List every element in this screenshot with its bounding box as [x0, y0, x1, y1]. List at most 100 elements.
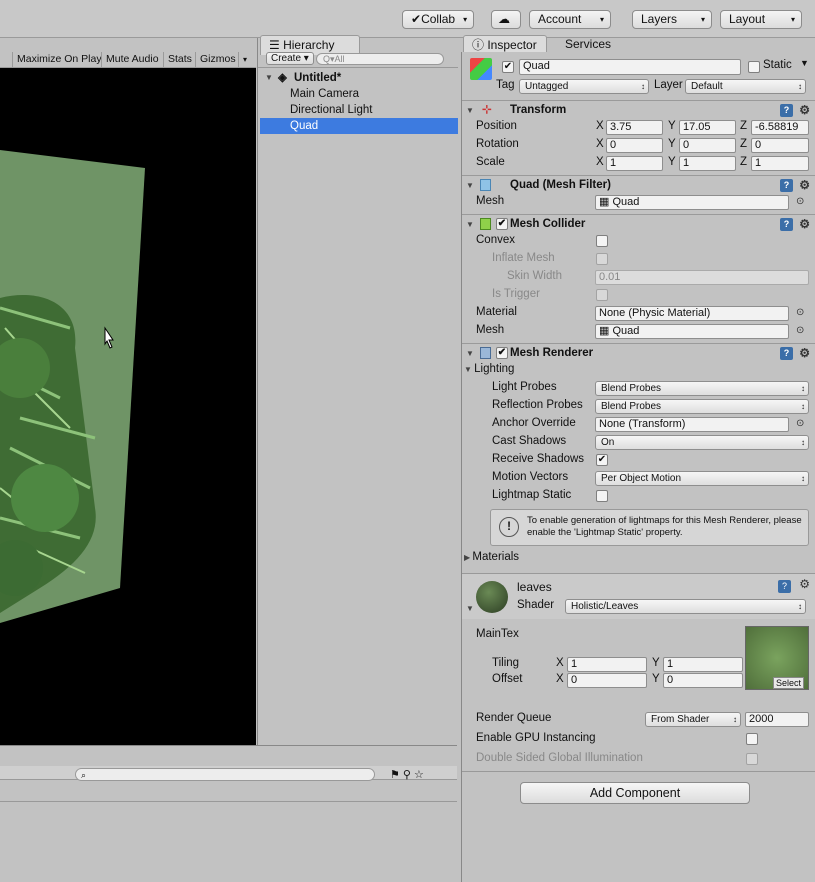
quad-leaves-render — [0, 150, 145, 623]
hierarchy-item-quad[interactable]: Quad — [260, 118, 458, 134]
help-icon[interactable]: ? — [778, 580, 791, 593]
hierarchy-item-main-camera[interactable]: Main Camera — [290, 86, 359, 102]
transform-header[interactable]: ▼ ⊹ Transform ? ⚙ — [462, 100, 815, 120]
static-dropdown-icon[interactable]: ▼ — [800, 58, 809, 68]
rotation-y-field[interactable]: 0 — [679, 138, 736, 153]
material-preview-icon — [476, 581, 508, 613]
search-icon: ⌕ — [81, 770, 87, 780]
maximize-on-play-button[interactable]: Maximize On Play — [12, 52, 106, 68]
material-header[interactable]: ▼ leaves Shader Holistic/Leaves ?⚙ — [462, 573, 815, 619]
help-icon[interactable]: ? — [780, 218, 793, 231]
mute-audio-button[interactable]: Mute Audio — [101, 52, 163, 68]
shader-dropdown[interactable]: Holistic/Leaves — [565, 599, 806, 614]
object-name-field[interactable]: Quad — [519, 59, 741, 75]
position-z-field[interactable]: -6.58819 — [751, 120, 809, 135]
game-viewport[interactable] — [0, 68, 256, 745]
render-queue-field[interactable]: 2000 — [745, 712, 809, 727]
help-icon[interactable]: ? — [780, 347, 793, 360]
position-x-field[interactable]: 3.75 — [606, 120, 663, 135]
select-texture-button[interactable]: Select — [773, 677, 805, 689]
rotation-z-field[interactable]: 0 — [751, 138, 809, 153]
gear-icon[interactable]: ⚙ — [799, 101, 810, 120]
is-trigger-checkbox — [596, 289, 608, 301]
physic-material-field[interactable]: None (Physic Material) — [595, 306, 789, 321]
layout-button[interactable]: Layout ▾ — [720, 10, 802, 29]
renderer-icon — [480, 347, 491, 359]
project-panel: ⌕ ⚑ ⚲ ☆ — [0, 745, 457, 882]
object-picker-icon[interactable]: ⊙ — [796, 418, 804, 429]
offset-x-field[interactable]: 0 — [567, 673, 647, 688]
hierarchy-item-directional-light[interactable]: Directional Light — [290, 102, 372, 118]
gameobject-icon — [470, 58, 492, 80]
layers-button[interactable]: Layers ▾ — [632, 10, 712, 29]
maintex-texture-slot[interactable]: Select — [745, 626, 809, 690]
gear-icon[interactable]: ⚙ — [799, 215, 810, 234]
list-icon: ☰ — [269, 38, 284, 52]
static-label: Static — [763, 59, 792, 71]
inspector-panel: ✔ Quad Static ▼ Tag Untagged Layer Defau… — [461, 52, 815, 882]
grid-icon: ▦ — [599, 196, 613, 208]
tag-dropdown[interactable]: Untagged — [519, 79, 649, 94]
collab-button[interactable]: ✔Collab ▾ — [402, 10, 475, 29]
stats-button[interactable]: Stats — [163, 52, 196, 68]
help-icon[interactable]: ? — [780, 179, 793, 192]
cast-shadows-dropdown[interactable]: On — [595, 435, 809, 450]
mesh-collider-mesh-field[interactable]: ▦ Quad — [595, 324, 789, 339]
light-probes-dropdown[interactable]: Blend Probes — [595, 381, 809, 396]
offset-y-field[interactable]: 0 — [663, 673, 743, 688]
check-icon: ✔ — [411, 12, 422, 26]
motion-vectors-dropdown[interactable]: Per Object Motion — [595, 471, 809, 486]
hierarchy-search-input[interactable]: Q▾All — [316, 53, 444, 65]
account-button[interactable]: Account ▾ — [529, 10, 611, 29]
mesh-filter-header[interactable]: ▼ Quad (Mesh Filter) ? ⚙ — [462, 175, 815, 195]
convex-checkbox[interactable] — [596, 235, 608, 247]
info-icon: ⓘ — [472, 38, 488, 52]
gear-icon[interactable]: ⚙ — [799, 344, 810, 363]
project-search-input[interactable]: ⌕ — [75, 768, 375, 781]
mesh-icon — [480, 179, 491, 191]
position-y-field[interactable]: 17.05 — [679, 120, 736, 135]
lightmap-static-checkbox[interactable] — [596, 490, 608, 502]
receive-shadows-checkbox[interactable]: ✔ — [596, 454, 608, 466]
anchor-override-field[interactable]: None (Transform) — [595, 417, 789, 432]
object-picker-icon[interactable]: ⊙ — [796, 196, 804, 207]
render-queue-dropdown[interactable]: From Shader — [645, 712, 741, 727]
transform-icon: ⊹ — [482, 104, 492, 116]
materials-foldout[interactable]: ▶ Materials — [464, 551, 519, 563]
tiling-x-field[interactable]: 1 — [567, 657, 647, 672]
scale-y-field[interactable]: 1 — [679, 156, 736, 171]
mesh-renderer-header[interactable]: ▼ ✔ Mesh Renderer ? ⚙ — [462, 343, 815, 363]
mesh-renderer-enabled-checkbox[interactable]: ✔ — [496, 347, 508, 359]
top-toolbar: ✔Collab ▾ ☁ Account ▾ Layers ▾ Layout ▾ — [0, 0, 815, 38]
cloud-button[interactable]: ☁ — [491, 10, 521, 29]
gear-icon[interactable]: ⚙ — [799, 577, 810, 591]
lightmap-info-box: ! To enable generation of lightmaps for … — [490, 509, 809, 546]
active-checkbox[interactable]: ✔ — [502, 61, 514, 73]
mesh-collider-header[interactable]: ▼ ✔ Mesh Collider ? ⚙ — [462, 214, 815, 234]
scene-row[interactable]: ▼ ◈ Untitled* — [258, 70, 458, 86]
info-icon: ! — [499, 517, 519, 537]
scale-x-field[interactable]: 1 — [606, 156, 663, 171]
object-picker-icon[interactable]: ⊙ — [796, 325, 804, 336]
tiling-y-field[interactable]: 1 — [663, 657, 743, 672]
rotation-x-field[interactable]: 0 — [606, 138, 663, 153]
gpu-instancing-checkbox[interactable] — [746, 733, 758, 745]
layer-dropdown[interactable]: Default — [685, 79, 806, 94]
double-sided-gi-checkbox — [746, 753, 758, 765]
inflate-mesh-checkbox — [596, 253, 608, 265]
help-icon[interactable]: ? — [780, 104, 793, 117]
scale-z-field[interactable]: 1 — [751, 156, 809, 171]
filter-icons[interactable]: ⚑ ⚲ ☆ — [390, 768, 424, 781]
reflection-probes-dropdown[interactable]: Blend Probes — [595, 399, 809, 414]
mesh-filter-mesh-field[interactable]: ▦ Quad — [595, 195, 789, 210]
create-button[interactable]: Create ▾ — [266, 52, 314, 65]
mesh-collider-enabled-checkbox[interactable]: ✔ — [496, 218, 508, 230]
game-view-header: Maximize On Play Mute Audio Stats Gizmos… — [0, 38, 256, 68]
object-picker-icon[interactable]: ⊙ — [796, 307, 804, 318]
static-checkbox[interactable] — [748, 61, 760, 73]
lighting-foldout[interactable]: ▼ Lighting — [464, 363, 514, 375]
gear-icon[interactable]: ⚙ — [799, 176, 810, 195]
add-component-button[interactable]: Add Component — [520, 782, 750, 804]
gizmos-dropdown-icon[interactable]: ▾ — [238, 52, 251, 68]
gizmos-button[interactable]: Gizmos — [195, 52, 240, 68]
